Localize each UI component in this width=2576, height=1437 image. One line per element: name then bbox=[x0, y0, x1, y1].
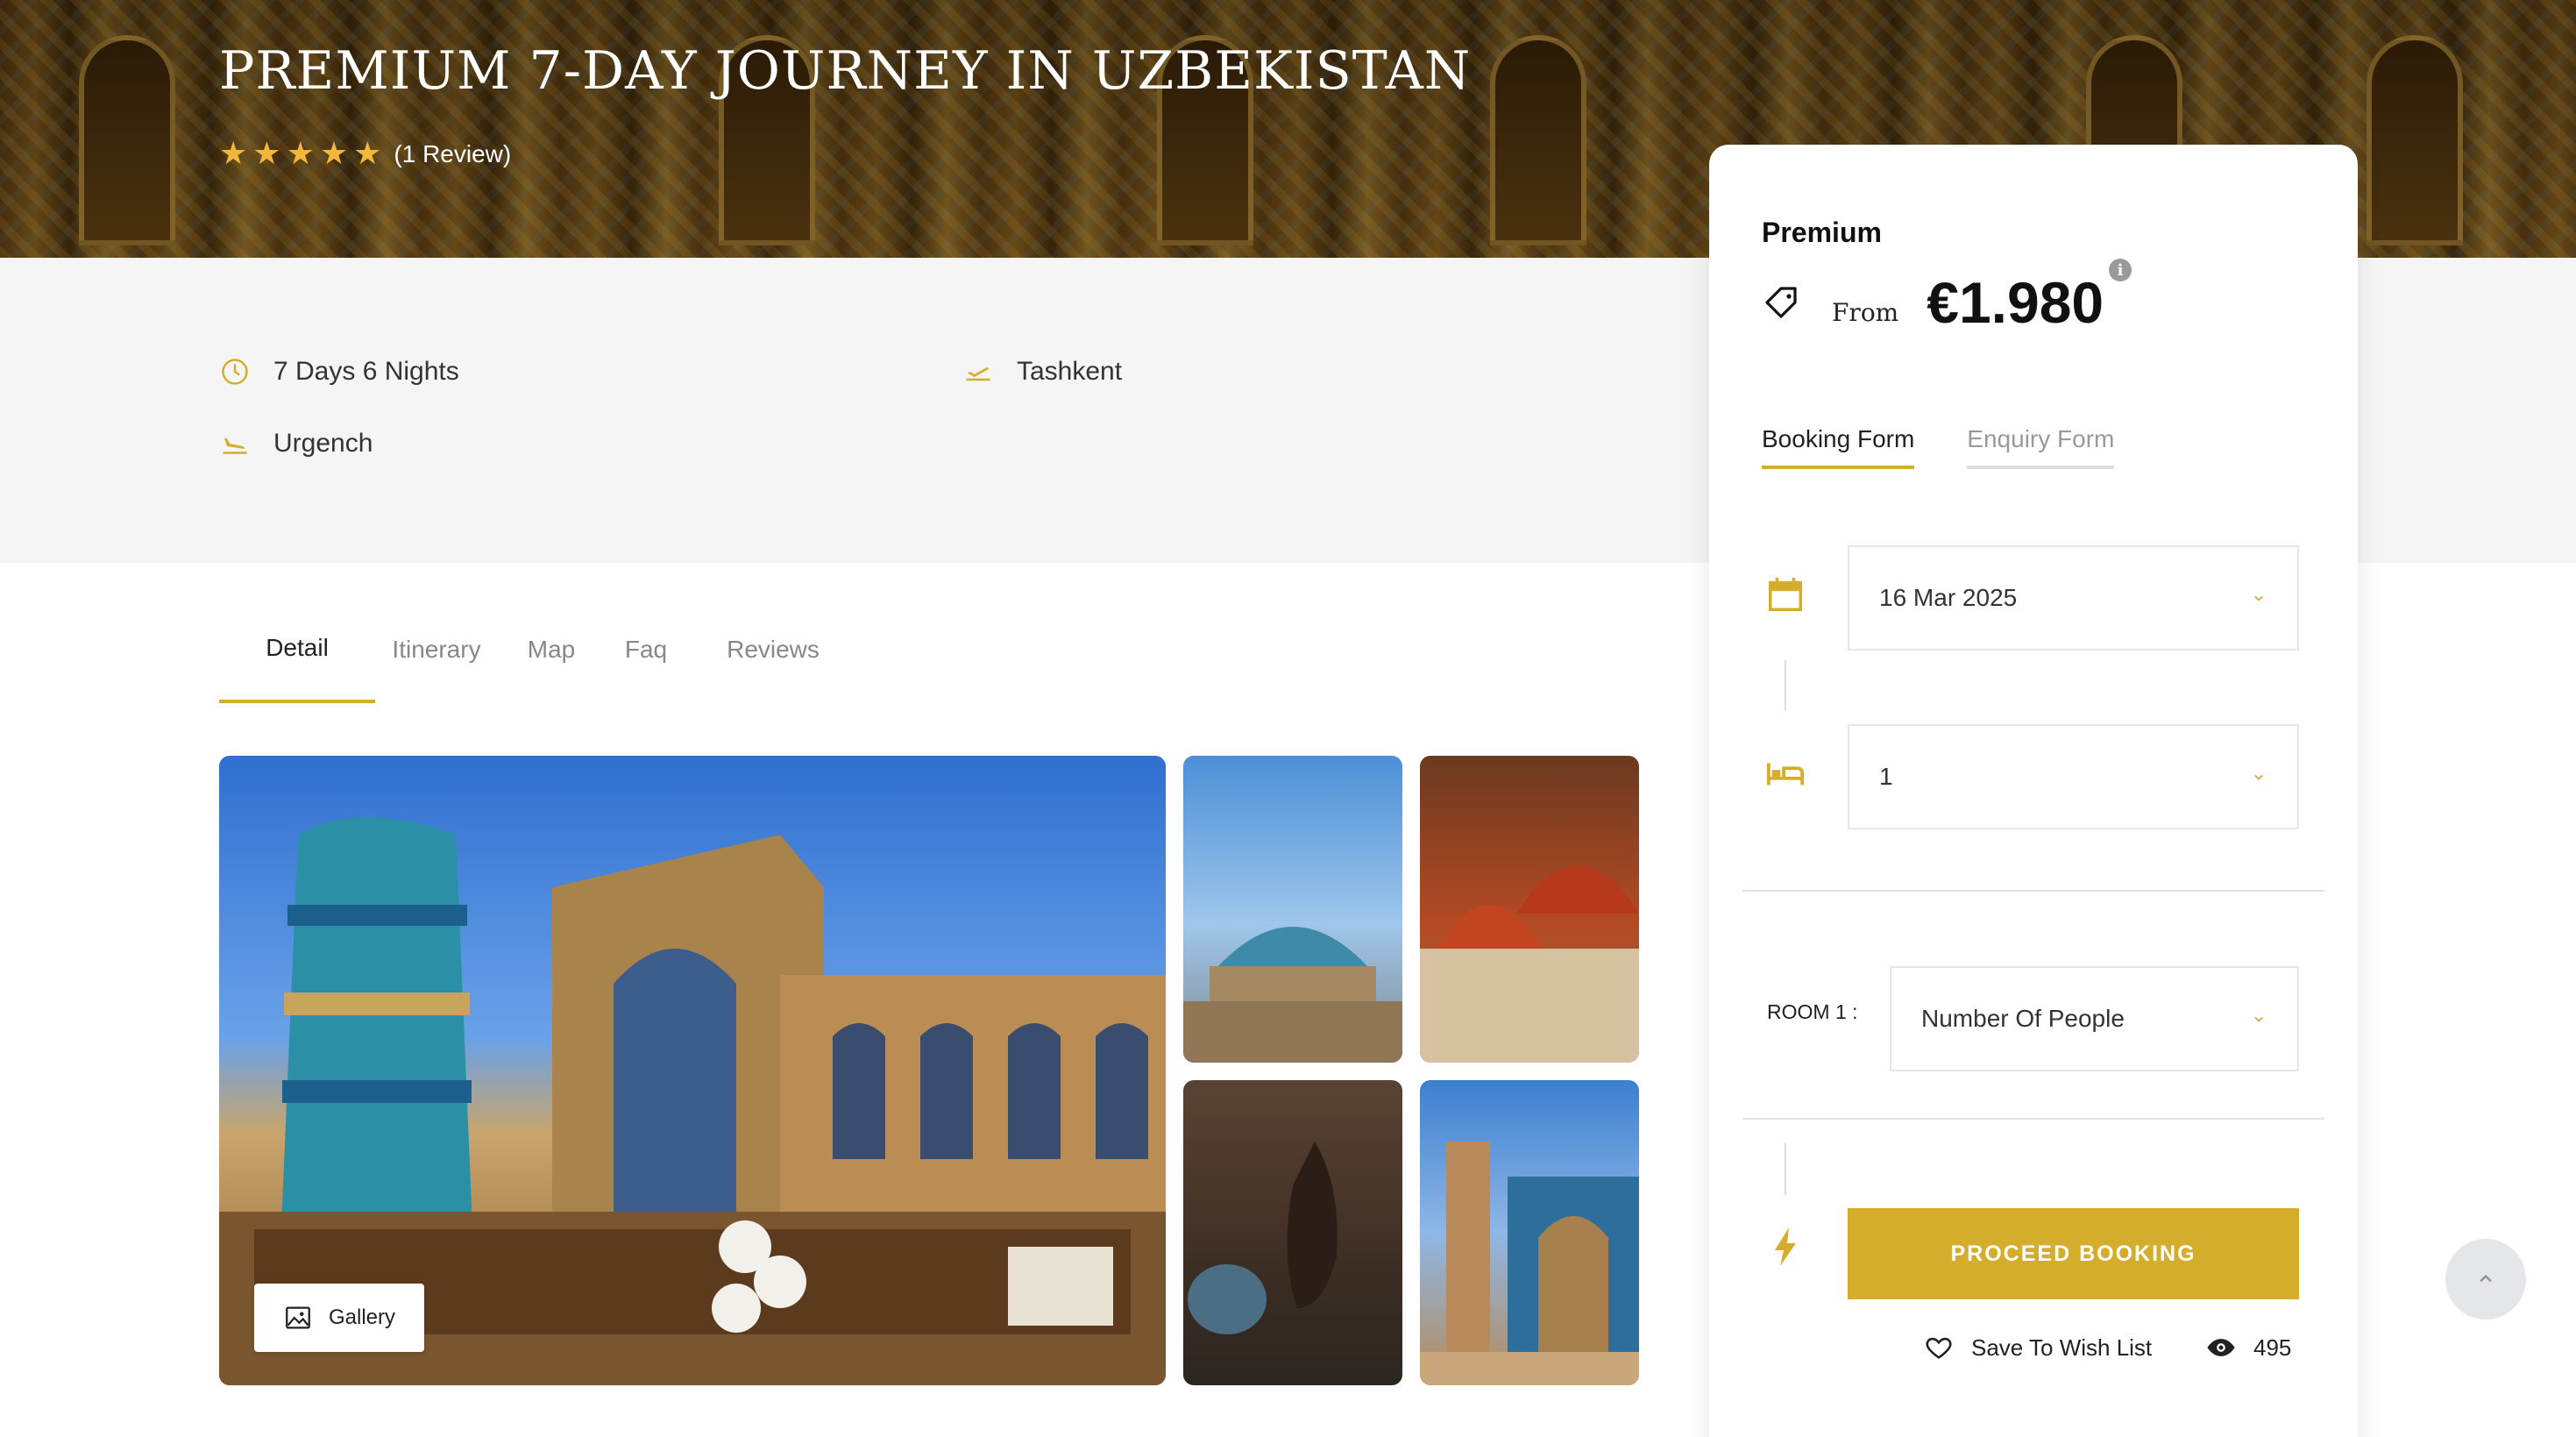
rooms-value: 1 bbox=[1879, 763, 1893, 790]
pottery-illustration bbox=[1188, 1142, 1338, 1334]
info-icon[interactable]: i bbox=[2109, 259, 2132, 281]
booking-card: Premium From €1.980 i Booking Form Enqui… bbox=[1709, 145, 2358, 1437]
divider bbox=[1742, 890, 2324, 892]
plane-landing-icon bbox=[223, 438, 247, 454]
lightning-icon bbox=[1775, 1227, 1796, 1266]
price-row: From €1.980 bbox=[1762, 269, 2104, 336]
image-icon bbox=[286, 1306, 310, 1329]
arrival-info: Urgench bbox=[219, 428, 373, 459]
eye-icon bbox=[2207, 1339, 2235, 1356]
heart-icon bbox=[1926, 1337, 1952, 1359]
detail-tabs: Detail Itinerary Map Faq Reviews bbox=[219, 596, 859, 703]
gallery-thumb-spices[interactable] bbox=[1420, 756, 1639, 1063]
people-select[interactable]: Number Of People bbox=[1890, 966, 2299, 1071]
connector-line bbox=[1785, 660, 1786, 711]
price-tag-icon bbox=[1765, 287, 1797, 318]
departure-text: Tashkent bbox=[1017, 357, 1123, 386]
star-icon: ★ bbox=[286, 136, 315, 172]
price-value: €1.980 bbox=[1927, 270, 2104, 335]
page-title: PREMIUM 7-DAY JOURNEY IN UZBEKISTAN bbox=[219, 40, 1472, 102]
tab-reviews[interactable]: Reviews bbox=[687, 596, 859, 703]
tab-itinerary[interactable]: Itinerary bbox=[375, 596, 498, 703]
tab-faq[interactable]: Faq bbox=[605, 596, 687, 703]
star-icon: ★ bbox=[252, 136, 281, 172]
tab-enquiry-form[interactable]: Enquiry Form bbox=[1967, 425, 2115, 469]
connector-line bbox=[1785, 1142, 1786, 1195]
departure-info: Tashkent bbox=[962, 356, 1122, 388]
calendar-icon bbox=[1769, 577, 1802, 611]
gallery-main-image[interactable]: Gallery bbox=[219, 756, 1166, 1385]
star-icon: ★ bbox=[353, 136, 382, 172]
bed-icon bbox=[1766, 763, 1805, 786]
chevron-up-icon bbox=[2480, 1274, 2492, 1283]
gallery-thumb-dome[interactable] bbox=[1183, 756, 1402, 1063]
duration-info: 7 Days 6 Nights bbox=[219, 356, 459, 388]
view-counter: 495 bbox=[2206, 1333, 2291, 1362]
arrival-text: Urgench bbox=[273, 429, 373, 458]
hero-arch bbox=[79, 35, 175, 245]
scroll-to-top-button[interactable] bbox=[2445, 1239, 2526, 1320]
form-tabs: Booking Form Enquiry Form bbox=[1762, 425, 2115, 469]
review-count[interactable]: (1 Review) bbox=[394, 140, 511, 168]
wish-list-button[interactable]: Save To Wish List bbox=[1924, 1333, 2152, 1362]
chevron-down-icon bbox=[2254, 595, 2263, 601]
star-icon: ★ bbox=[219, 136, 248, 172]
tab-map[interactable]: Map bbox=[498, 596, 605, 703]
divider bbox=[1742, 1118, 2324, 1120]
plane-takeoff-icon bbox=[966, 367, 990, 381]
page-root: PREMIUM 7-DAY JOURNEY IN UZBEKISTAN ★ ★ … bbox=[0, 0, 2576, 1437]
tab-booking-form[interactable]: Booking Form bbox=[1762, 425, 1915, 469]
date-select[interactable]: 16 Mar 2025 bbox=[1848, 545, 2299, 651]
rating[interactable]: ★ ★ ★ ★ ★ (1 Review) bbox=[219, 139, 511, 170]
people-placeholder: Number Of People bbox=[1921, 1005, 2125, 1032]
star-icon: ★ bbox=[319, 136, 349, 172]
proceed-booking-button[interactable]: PROCEED BOOKING bbox=[1848, 1208, 2299, 1299]
rooms-select[interactable]: 1 bbox=[1848, 724, 2299, 829]
plan-name: Premium bbox=[1762, 217, 1882, 248]
room-label: ROOM 1 : bbox=[1767, 1000, 1858, 1023]
gallery-button-label: Gallery bbox=[328, 1305, 396, 1329]
tab-detail[interactable]: Detail bbox=[219, 596, 375, 703]
view-count: 495 bbox=[2253, 1334, 2292, 1361]
spices-illustration bbox=[1420, 865, 1639, 1063]
gallery-thumb-pottery[interactable] bbox=[1183, 1080, 1402, 1385]
gallery-button[interactable]: Gallery bbox=[254, 1284, 424, 1352]
duration-text: 7 Days 6 Nights bbox=[273, 357, 459, 386]
chevron-down-icon bbox=[2254, 774, 2263, 780]
gallery-thumb-minaret[interactable] bbox=[1420, 1080, 1639, 1385]
hero-arch bbox=[1490, 35, 1586, 245]
minaret-illustration bbox=[1420, 1142, 1639, 1385]
dome-illustration bbox=[1183, 927, 1402, 1063]
clock-icon bbox=[222, 359, 248, 385]
date-value: 16 Mar 2025 bbox=[1879, 584, 2018, 611]
hero-arch bbox=[2367, 35, 2463, 245]
wish-list-label: Save To Wish List bbox=[1971, 1334, 2153, 1361]
chevron-down-icon bbox=[2254, 1016, 2263, 1022]
from-label: From bbox=[1832, 298, 1899, 327]
